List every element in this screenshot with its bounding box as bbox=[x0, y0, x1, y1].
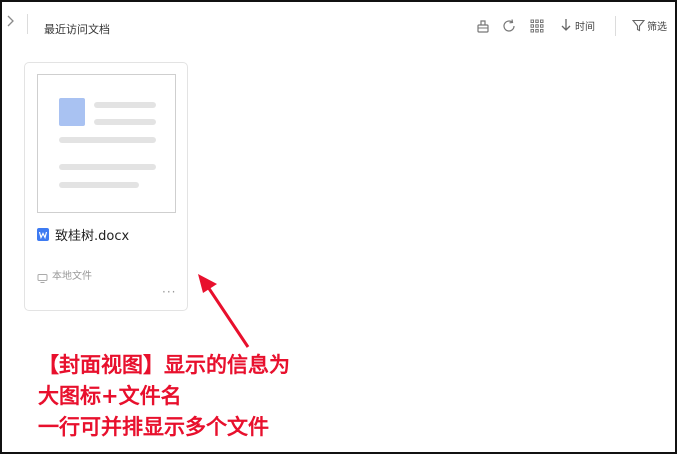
thumbnail-line bbox=[59, 137, 156, 143]
annotation-line-3: 一行可并排显示多个文件 bbox=[38, 415, 269, 439]
file-card[interactable]: 致桂树.docx 本地文件 ··· bbox=[24, 62, 188, 311]
file-thumbnail[interactable] bbox=[37, 74, 176, 213]
file-name: 致桂树.docx bbox=[55, 228, 130, 244]
sort-down-icon bbox=[560, 18, 572, 32]
toolbar-divider bbox=[615, 16, 616, 36]
toolbar-divider bbox=[27, 14, 28, 34]
clean-icon[interactable] bbox=[475, 18, 491, 34]
annotation-caption: 【封面视图】显示的信息为 大图标+文件名 一行可并排显示多个文件 bbox=[38, 350, 290, 443]
annotation-arrow-icon bbox=[198, 274, 250, 348]
local-file-icon bbox=[37, 269, 48, 283]
collapse-chevron-icon[interactable] bbox=[4, 14, 18, 32]
window-frame: 最近访问文档 时间 筛选 致桂树.docx 本地文件 ··· 【封面视图】显示的… bbox=[0, 0, 677, 454]
refresh-icon[interactable] bbox=[501, 18, 517, 34]
sort-by-time-button[interactable]: 时间 bbox=[560, 17, 595, 33]
file-location-row: 本地文件 bbox=[37, 267, 92, 283]
more-options-button[interactable]: ··· bbox=[162, 286, 180, 299]
grid-view-icon[interactable] bbox=[529, 18, 545, 34]
filter-label: 筛选 bbox=[647, 21, 667, 33]
thumbnail-image-placeholder bbox=[59, 98, 85, 126]
word-doc-icon bbox=[37, 227, 49, 241]
thumbnail-line bbox=[94, 102, 156, 108]
file-name-row[interactable]: 致桂树.docx bbox=[37, 225, 130, 244]
toolbar: 最近访问文档 时间 筛选 bbox=[2, 2, 675, 44]
thumbnail-line bbox=[59, 164, 156, 170]
sort-label: 时间 bbox=[575, 21, 595, 33]
thumbnail-line bbox=[59, 182, 139, 188]
filter-button[interactable]: 筛选 bbox=[631, 17, 667, 33]
thumbnail-line bbox=[94, 119, 156, 125]
file-location: 本地文件 bbox=[52, 270, 92, 282]
annotation-line-1: 【封面视图】显示的信息为 bbox=[38, 353, 290, 377]
filter-icon bbox=[631, 19, 646, 32]
page-title: 最近访问文档 bbox=[44, 23, 110, 36]
annotation-line-2: 大图标+文件名 bbox=[38, 384, 182, 408]
